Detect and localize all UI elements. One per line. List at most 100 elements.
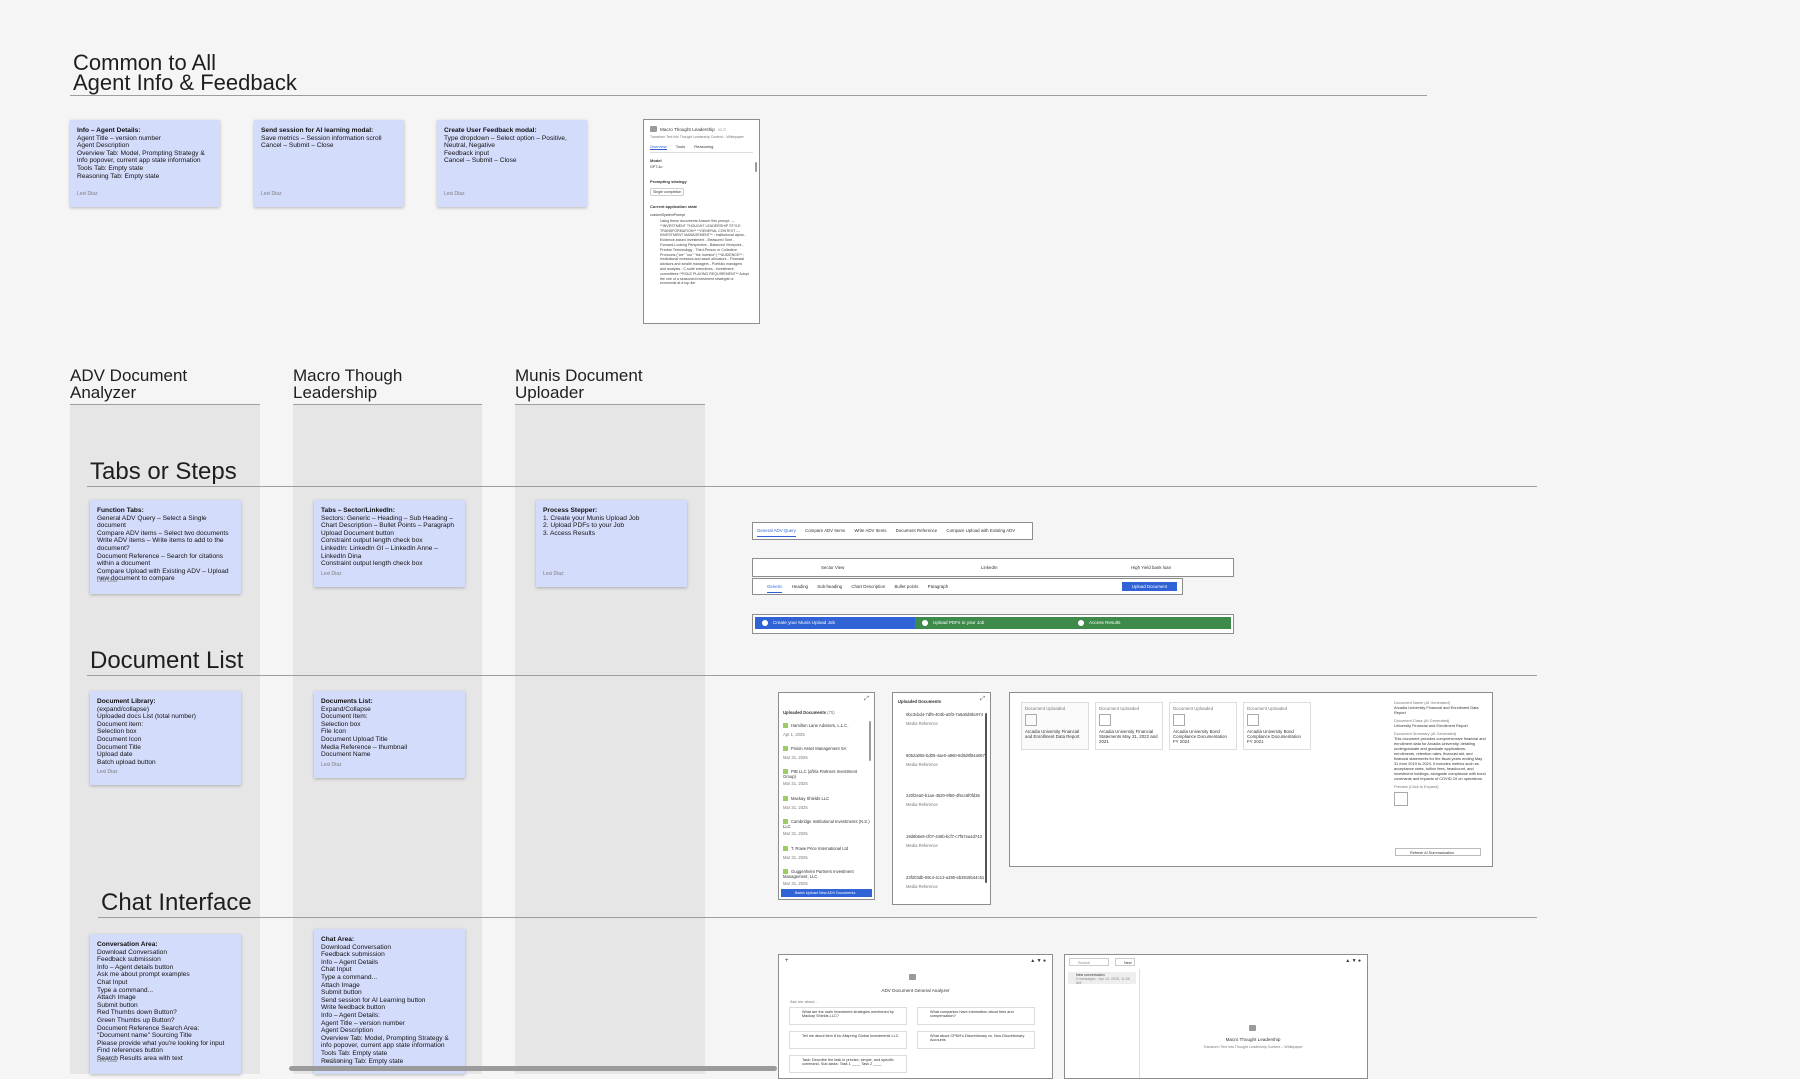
step-1[interactable]: Create your Munis Upload Job — [755, 617, 915, 629]
column-title-line1: Macro Though — [293, 366, 403, 385]
tab-overview[interactable]: Overview — [650, 144, 667, 150]
strategy-value[interactable]: Single completion — [650, 188, 685, 196]
tab-paragraph[interactable]: Paragraph — [928, 584, 949, 589]
uploaded-documents-panel: Uploaded Documents (75) ⤢ Hamilton Lane … — [778, 692, 875, 900]
expand-icon[interactable]: ⤢ — [864, 696, 869, 703]
column-divider-munis — [515, 404, 705, 405]
note-title: Send session for AI learning modal: — [261, 127, 374, 134]
tab-high-yield[interactable]: High Yield bank loan — [1131, 565, 1171, 570]
chat-header-actions: ▲ ▼ ● — [1030, 958, 1046, 964]
sticky-note-user-feedback[interactable]: Create User Feedback modal: Type dropdow… — [437, 120, 587, 207]
search-input[interactable]: Search — [1069, 958, 1109, 966]
note-author: Lexi Diaz — [97, 578, 118, 585]
note-body: Download Conversation Feedback submissio… — [321, 943, 449, 1065]
list-item[interactable]: PIB LLC (d/b/a Partners Investment Group… — [783, 769, 870, 786]
prompt-card[interactable]: Task: Describe the task in precise, simp… — [789, 1055, 907, 1073]
sticky-note-documents-list[interactable]: Documents List: Expand/Collapse Document… — [314, 691, 465, 778]
uploaded-docs-count: (75) — [827, 710, 835, 715]
section-title-tabs: Tabs or Steps — [90, 458, 237, 485]
list-item[interactable]: 220f2ea0-b1ae-4520-9f60-4f5cc6f0fd36 Medi… — [906, 793, 986, 807]
model-label: Model — [650, 158, 662, 163]
list-item[interactable]: Hamilton Lane Advisors, L.L.C. Apr 1, 202… — [783, 723, 870, 737]
step-1-label: Create your Munis Upload Job — [773, 620, 836, 625]
plus-icon[interactable]: + — [785, 958, 789, 964]
conversation-item[interactable]: New conversation 0 messages · Apr 14, 20… — [1068, 972, 1136, 985]
expand-icon[interactable]: ⤢ — [980, 696, 985, 703]
ask-label: Ask me about... — [790, 999, 818, 1004]
summary-detail: Document Name (AI Generated) Arcadia Uni… — [1394, 700, 1486, 806]
document-icon — [783, 796, 788, 802]
prompt-card[interactable]: Tell me about item 8 for Allspring Globa… — [789, 1031, 907, 1049]
sticky-note-function-tabs[interactable]: Function Tabs: General ADV Query – Selec… — [90, 500, 241, 594]
tab-tools[interactable]: Tools — [676, 144, 685, 149]
note-title: Document Library: — [97, 698, 156, 705]
tab-compare-upload[interactable]: Compare Upload with Existing ADV — [946, 528, 1015, 533]
list-scrollbar[interactable] — [985, 713, 987, 883]
list-item[interactable]: Pinion Asset Management SA Mar 31, 2025 — [783, 746, 870, 760]
sticky-note-agent-info[interactable]: Info – Agent Details: Agent Title – vers… — [70, 120, 220, 207]
step-2[interactable]: Upload PDFs to your Job — [915, 617, 1071, 629]
list-item[interactable]: 0bc3cbd4-7df5-404b-a0f3-7a9a0d9bc974 Medi… — [906, 712, 986, 726]
sticky-note-send-session[interactable]: Send session for AI learning modal: Save… — [254, 120, 404, 207]
list-item[interactable]: Guggenheim Partners Investment Managemen… — [783, 869, 870, 886]
document-card[interactable]: Document Uploaded Arcadia University Fin… — [1095, 702, 1163, 750]
macro-chat-panel: Search New ▲ ▼ ● New conversation 0 mess… — [1064, 954, 1368, 1079]
tab-chart-description[interactable]: Chart Description — [851, 584, 885, 589]
uploaded-docs-media-title: Uploaded Documents — [898, 699, 942, 704]
section-divider-chat — [98, 917, 1537, 918]
preview-thumbnail[interactable] — [1394, 792, 1408, 806]
document-card[interactable]: Document Uploaded Arcadia University Fin… — [1021, 702, 1089, 750]
prompt-card[interactable]: What are the main investment strategies … — [789, 1007, 907, 1025]
sticky-note-conversation-area[interactable]: Conversation Area: Download Conversation… — [90, 934, 241, 1074]
tab-bullet-points[interactable]: Bullet points — [895, 584, 919, 589]
step-3[interactable]: Access Results — [1071, 617, 1231, 629]
refresh-ai-summary-button[interactable]: Refresh AI Summarization — [1395, 848, 1481, 856]
list-item[interactable]: 19d6b6e9-cf07-446b-bcf7-c7f57ea4d743 Medi… — [906, 834, 986, 848]
sticky-note-process-stepper[interactable]: Process Stepper: 1. Create your Munis Up… — [536, 500, 687, 587]
tab-reasoning[interactable]: Reasoning — [694, 144, 713, 149]
tab-sub-heading[interactable]: Sub-heading — [817, 584, 842, 589]
prompt-card[interactable]: What about CPNH's Discretionary vs. Non-… — [917, 1031, 1035, 1049]
note-body: Download Conversation Feedback submissio… — [97, 948, 225, 1062]
page-title: Common to All Agent Info & Feedback — [73, 52, 297, 94]
agent-card-title: Macro Thought Leadership — [660, 126, 715, 132]
tab-write-adv-items[interactable]: Write ADV Items — [854, 528, 886, 533]
tab-compare-adv-items[interactable]: Compare ADV Items — [805, 528, 845, 533]
sticky-note-document-library[interactable]: Document Library: (expand/collapse) Uplo… — [90, 691, 241, 785]
section-title-chat: Chat Interface — [101, 889, 252, 916]
column-title-line2: Uploader — [515, 383, 584, 402]
list-item[interactable]: 23f203db-59c4-4c13-a390-eb3918b44c51 Medi… — [906, 875, 986, 889]
list-item[interactable]: Cambridge Institutional Investments (N.S… — [783, 819, 870, 836]
upload-document-button[interactable]: Upload Document — [1121, 582, 1177, 591]
note-body: Expand/Collapse Document Item: Selection… — [321, 705, 408, 759]
tab-heading[interactable]: Heading — [792, 584, 808, 589]
document-card[interactable]: Document Uploaded Arcadia University Bon… — [1243, 702, 1311, 750]
card-scrollbar[interactable] — [755, 162, 757, 172]
tab-sector-view[interactable]: Sector View — [821, 565, 844, 570]
note-title: Create User Feedback modal: — [444, 127, 537, 134]
canvas-horizontal-scrollbar[interactable] — [289, 1066, 777, 1071]
new-button[interactable]: New — [1115, 958, 1135, 966]
prompt-card[interactable]: What companies have information about fe… — [917, 1007, 1035, 1025]
sticky-note-sector-tabs[interactable]: Tabs – Sector/LinkedIn: Sectors: Generic… — [314, 500, 465, 587]
step-3-label: Access Results — [1089, 620, 1121, 625]
robot-icon — [650, 126, 657, 132]
tab-general-adv-query[interactable]: General ADV Query — [757, 528, 796, 537]
document-thumbnail-icon — [1099, 714, 1111, 726]
tab-linkedin[interactable]: LinkedIn — [981, 565, 998, 570]
note-author: Lexi Diaz — [261, 191, 282, 198]
document-card[interactable]: Document Uploaded Arcadia University Bon… — [1169, 702, 1237, 750]
agent-info-card[interactable]: Macro Thought Leadership v1.0 Transform … — [643, 119, 760, 324]
list-item[interactable]: T. Rowe Price International Ltd Mar 31, 2… — [783, 846, 870, 860]
note-title: Conversation Area: — [97, 941, 158, 948]
note-title: Info – Agent Details: — [77, 127, 141, 134]
tab-document-reference[interactable]: Document Reference — [896, 528, 938, 533]
list-item[interactable]: Mackay Shields LLC Mar 31, 2025 — [783, 796, 870, 810]
list-item[interactable]: 8052a055-bd05-4ae0-a960-8d0d8f84a067 Medi… — [906, 753, 986, 767]
note-body: Agent Title – version number Agent Descr… — [77, 134, 205, 180]
sticky-note-chat-area[interactable]: Chat Area: Download Conversation Feedbac… — [314, 929, 465, 1074]
list-scrollbar[interactable] — [869, 721, 871, 761]
tab-generic[interactable]: Generic — [767, 584, 783, 593]
column-title-adv: ADV Document Analyzer — [70, 367, 187, 401]
batch-upload-button[interactable]: Batch Upload New ADV Documents — [781, 889, 872, 897]
